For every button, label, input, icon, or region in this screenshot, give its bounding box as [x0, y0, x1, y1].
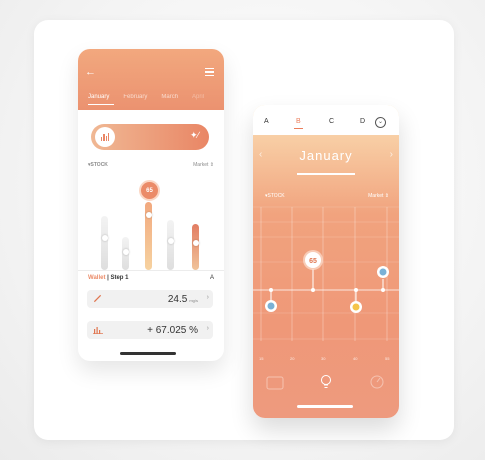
field1-unit: mg/s	[189, 298, 198, 303]
chevron-right-icon: ›	[206, 325, 209, 332]
market-sort[interactable]: Market ⇕	[193, 162, 214, 168]
home-indicator	[297, 405, 353, 408]
tab-march[interactable]: March	[161, 94, 178, 100]
timeline-chart: 65	[253, 206, 399, 390]
header: ← January February March April	[78, 49, 224, 110]
wallet-icon[interactable]	[266, 376, 284, 390]
home-indicator	[120, 352, 176, 355]
lightbulb-icon[interactable]	[321, 375, 331, 388]
x-tick-4: 55	[385, 356, 390, 361]
chevron-right-icon: ›	[206, 294, 209, 301]
wallet-right-label: A	[209, 275, 214, 281]
level-handle-2[interactable]	[122, 249, 129, 255]
tab-january[interactable]: January	[88, 94, 115, 105]
bar-chart-icon	[100, 133, 110, 141]
value-field-1[interactable]: 24.5 mg/s ›	[87, 290, 213, 308]
field2-value: + 67.025 %	[147, 325, 198, 336]
bar-chart-icon	[93, 327, 103, 334]
magic-wand-icon[interactable]: ✦∕	[190, 130, 199, 141]
chart-toggle-button[interactable]	[95, 127, 115, 147]
toggle-pill[interactable]: ✦∕	[91, 124, 209, 150]
wallet-row: Wallet | Step 1 A	[78, 270, 224, 287]
pencil-icon	[93, 294, 102, 303]
level-column-4[interactable]	[167, 220, 174, 270]
tab-april[interactable]: April	[192, 94, 204, 100]
marker-yellow[interactable]	[350, 301, 362, 313]
marker-value-label: 65	[309, 258, 317, 265]
x-tick-3: 40	[353, 356, 358, 361]
selected-value-badge: 65	[139, 180, 160, 201]
wallet-label: Wallet | Step 1	[88, 275, 129, 281]
marker-blue-1[interactable]	[265, 300, 277, 312]
x-tick-2: 30	[321, 356, 326, 361]
level-handle-4[interactable]	[167, 238, 174, 244]
hamburger-menu-icon[interactable]	[205, 68, 214, 78]
marker-blue-2[interactable]	[377, 266, 389, 278]
right-phone: A B C D ⌄ ‹ › January ▾STOCK Market ⇕ 65…	[253, 105, 399, 418]
value-field-2[interactable]: + 67.025 % ›	[87, 321, 213, 339]
level-column-5[interactable]	[192, 224, 199, 270]
x-tick-1: 20	[290, 356, 295, 361]
level-handle-1[interactable]	[101, 235, 108, 241]
level-column-1[interactable]	[101, 216, 108, 270]
tab-february[interactable]: February	[123, 94, 147, 100]
gauge-icon[interactable]	[370, 375, 384, 389]
back-arrow-icon[interactable]: ←	[85, 66, 96, 78]
month-tabs: January February March April	[88, 94, 218, 105]
level-handle-3[interactable]	[145, 212, 152, 218]
x-tick-0: 15	[259, 356, 264, 361]
stock-filter[interactable]: ▾STOCK	[88, 162, 108, 168]
level-handle-5[interactable]	[192, 240, 199, 246]
field1-value: 24.5	[167, 294, 188, 305]
